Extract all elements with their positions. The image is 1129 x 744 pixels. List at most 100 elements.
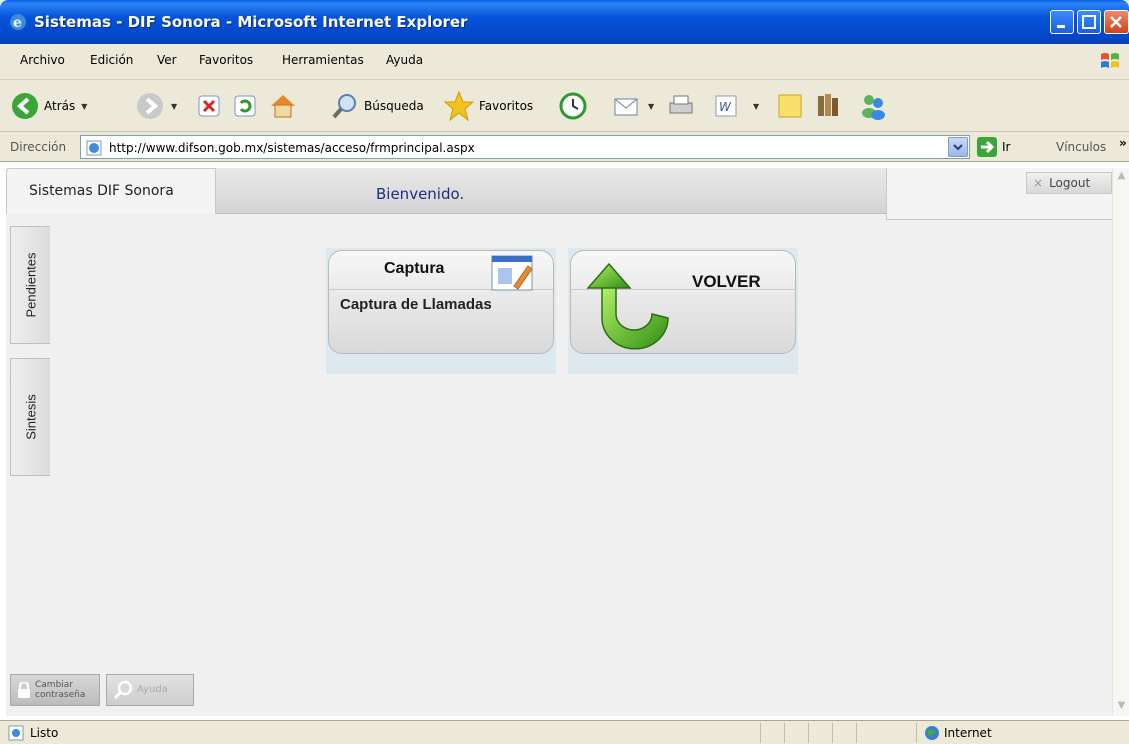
close-button[interactable] [1104, 10, 1129, 34]
captura-subtitle: Captura de Llamadas [340, 296, 492, 313]
close-icon: × [1033, 176, 1044, 190]
refresh-icon [234, 95, 256, 117]
home-icon [271, 95, 295, 118]
go-label: Ir [1002, 140, 1011, 154]
research-icon [818, 94, 838, 116]
windows-flag-icon [1101, 53, 1119, 68]
menu-ayuda[interactable]: Ayuda [386, 53, 423, 67]
print-icon [669, 95, 693, 114]
go-button[interactable]: Ir [976, 136, 1010, 158]
magnifier-icon [113, 680, 133, 700]
word-dropdown-icon[interactable]: ▼ [753, 102, 759, 111]
app-title-tab[interactable]: Sistemas DIF Sonora [6, 168, 216, 214]
back-label: Atrás [44, 99, 76, 113]
history-button[interactable] [558, 90, 588, 122]
print-button[interactable] [666, 90, 696, 122]
research-button[interactable] [814, 90, 844, 122]
volver-title: VOLVER [692, 272, 761, 291]
zone-text: Internet [944, 726, 992, 740]
captura-card[interactable]: Captura Captura de Llamadas [326, 248, 556, 374]
forward-dropdown-icon[interactable]: ▼ [171, 102, 177, 111]
edit-pencil-icon [491, 255, 533, 291]
minimize-button[interactable] [1050, 10, 1074, 34]
stop-button[interactable] [196, 90, 222, 122]
favorites-star-icon [443, 90, 475, 122]
vertical-scrollbar[interactable]: ▲ ▼ [1112, 168, 1129, 716]
header-banner: Bienvenido. [216, 168, 886, 214]
go-arrow-icon [977, 137, 997, 157]
toolbar: Atrás ▼ ▼ Búsqueda Favoritos ▼ W ▼ [0, 80, 1129, 132]
change-password-label: Cambiar contraseña [35, 680, 86, 700]
logout-button[interactable]: × Logout [1026, 172, 1112, 194]
side-tab-sintesis[interactable]: Sintesis [10, 358, 50, 476]
ie-logo-icon: e [10, 14, 26, 31]
change-password-button[interactable]: Cambiar contraseña [10, 674, 100, 706]
menu-ver[interactable]: Ver [157, 53, 177, 67]
lock-icon [18, 682, 30, 698]
search-label: Búsqueda [364, 99, 424, 113]
side-tab-sintesis-label: Sintesis [23, 394, 38, 440]
close-icon [1110, 16, 1122, 28]
menu-archivo[interactable]: Archivo [20, 53, 65, 67]
search-button[interactable]: Búsqueda [330, 90, 424, 122]
volver-card[interactable]: VOLVER [568, 248, 798, 374]
search-icon [332, 94, 356, 119]
window-title: Sistemas - DIF Sonora - Microsoft Intern… [34, 13, 468, 31]
maximize-button[interactable] [1077, 10, 1101, 34]
return-arrow-icon [586, 262, 669, 350]
favorites-button[interactable]: Favoritos [443, 90, 533, 122]
captura-title: Captura [384, 260, 445, 277]
forward-button[interactable]: ▼ [135, 90, 177, 122]
word-icon: W [715, 95, 737, 117]
side-tab-pendientes[interactable]: Pendientes [10, 226, 50, 344]
forward-arrow-icon [137, 93, 163, 119]
messenger-button[interactable] [858, 90, 888, 122]
notes-icon [778, 94, 802, 118]
links-label[interactable]: Vínculos [1056, 140, 1106, 154]
back-dropdown-icon[interactable]: ▼ [81, 102, 87, 111]
page-icon [86, 140, 102, 156]
address-label: Dirección [10, 140, 67, 154]
mail-dropdown-icon[interactable]: ▼ [648, 102, 654, 111]
scroll-down-icon[interactable]: ▼ [1115, 700, 1128, 714]
favorites-label: Favoritos [479, 99, 534, 113]
title-bar: e Sistemas - DIF Sonora - Microsoft Inte… [0, 0, 1129, 44]
globe-icon [925, 726, 939, 740]
page-icon [8, 725, 24, 741]
menu-favoritos[interactable]: Favoritos [199, 53, 253, 67]
scroll-up-icon[interactable]: ▲ [1115, 170, 1128, 184]
address-dropdown-button[interactable] [948, 137, 968, 157]
mail-icon [614, 98, 638, 116]
page-content: Sistemas DIF Sonora Bienvenido. × Logout… [0, 162, 1129, 720]
stop-icon [198, 95, 220, 117]
back-arrow-icon [12, 93, 38, 119]
messenger-icon [862, 95, 885, 120]
mail-button[interactable]: ▼ [612, 90, 654, 122]
home-button[interactable] [268, 90, 298, 122]
notes-button[interactable] [776, 90, 804, 122]
links-chevron-icon[interactable]: » [1119, 136, 1127, 150]
address-url: http://www.difson.gob.mx/sistemas/acceso… [109, 141, 475, 155]
chevron-down-icon [953, 144, 963, 151]
status-bar: Listo Internet [0, 720, 1129, 744]
back-button[interactable]: Atrás ▼ [10, 90, 87, 122]
history-icon [559, 92, 587, 120]
help-button[interactable]: Ayuda [106, 674, 194, 706]
welcome-text: Bienvenido. [376, 185, 465, 203]
refresh-button[interactable] [232, 90, 258, 122]
minimize-icon [1057, 25, 1065, 28]
help-label: Ayuda [137, 684, 168, 695]
app-title: Sistemas DIF Sonora [29, 183, 174, 199]
menu-edicion[interactable]: Edición [90, 53, 133, 67]
word-button[interactable]: W ▼ [713, 90, 759, 122]
side-tab-pendientes-label: Pendientes [23, 252, 38, 318]
svg-text:e: e [13, 15, 22, 31]
address-input[interactable]: http://www.difson.gob.mx/sistemas/acceso… [80, 135, 970, 159]
maximize-icon [1082, 15, 1096, 29]
logout-label: Logout [1049, 176, 1091, 190]
app-container [6, 168, 1112, 716]
status-text: Listo [30, 726, 59, 740]
address-bar: Dirección http://www.difson.gob.mx/siste… [0, 132, 1129, 162]
menu-bar: Archivo Edición Ver Favoritos Herramient… [0, 44, 1129, 80]
menu-herramientas[interactable]: Herramientas [282, 53, 364, 67]
